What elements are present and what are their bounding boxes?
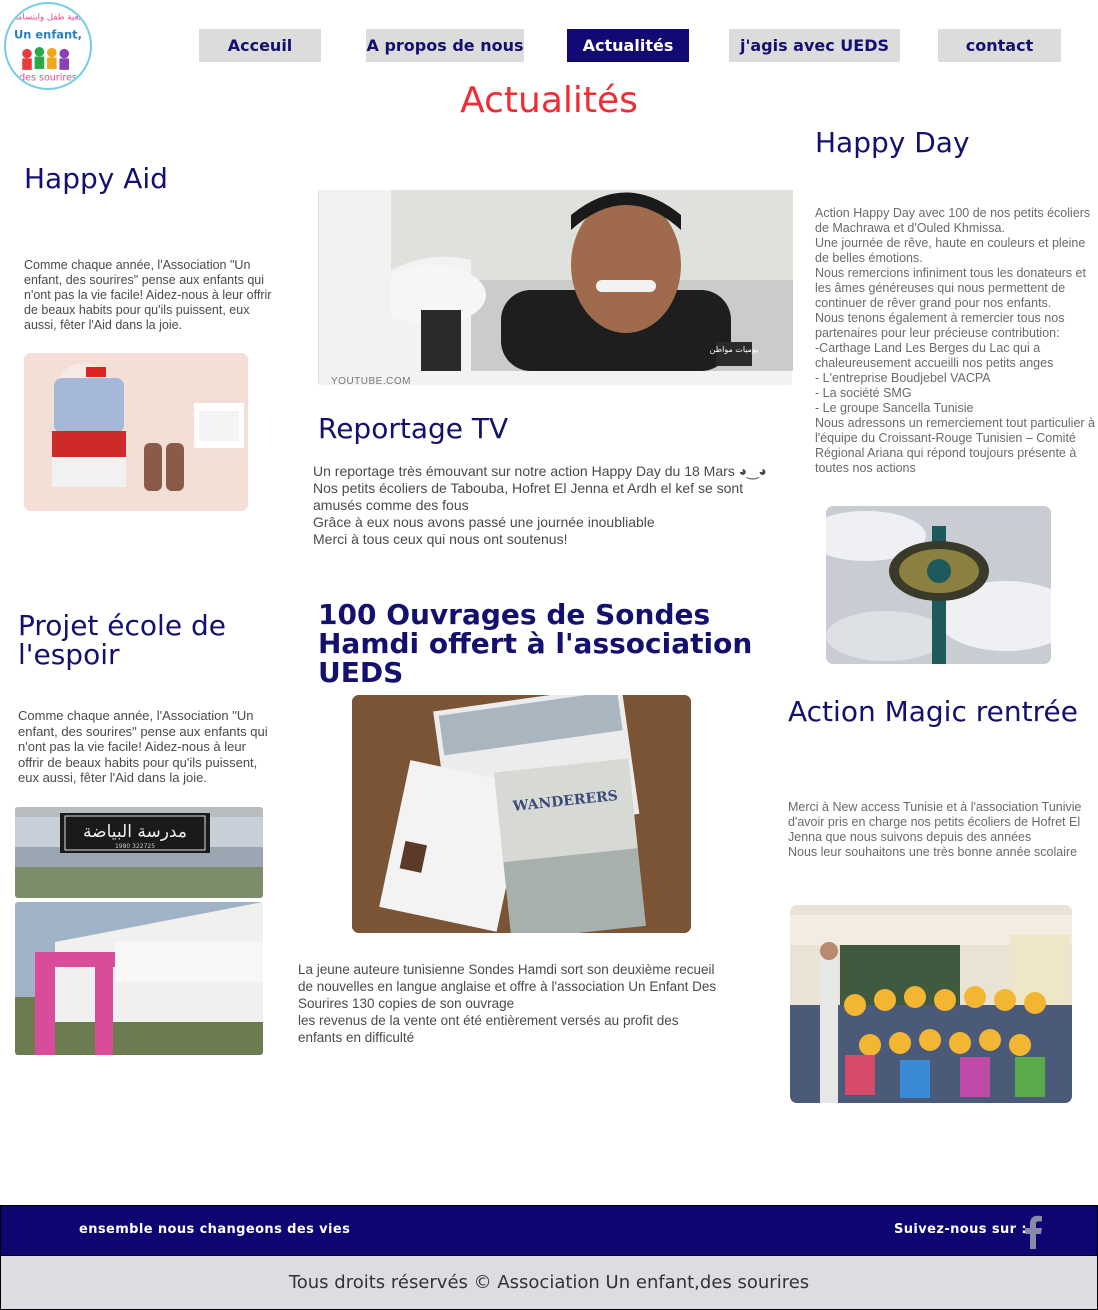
video-channel-badge: يوميات مواطن xyxy=(710,345,759,354)
footer-top-bar: ensemble nous changeons des vies Suivez-… xyxy=(0,1205,1098,1256)
video-source: YOUTUBE.COM xyxy=(331,376,411,387)
happy-day-line: - La société SMG xyxy=(815,386,912,400)
happy-day-line: Une journée de rêve, haute en couleurs e… xyxy=(815,236,1086,265)
happy-day-image[interactable] xyxy=(826,506,1051,664)
nav-contact[interactable]: contact xyxy=(938,29,1061,62)
ecole-sign-text: مدرسة البياضة xyxy=(83,822,187,842)
magic-rentree-line: Nous leur souhaitons une très bonne anné… xyxy=(788,845,1078,859)
projet-ecole-text: Comme chaque année, l'Association "Un en… xyxy=(18,708,268,785)
footer-copyright: Tous droits réservés © Association Un en… xyxy=(0,1256,1098,1310)
ouvrages-text: La jeune auteure tunisienne Sondes Hamdi… xyxy=(298,961,718,1046)
magic-rentree-text: Merci à New access Tunisie et à l'associ… xyxy=(788,800,1088,860)
ouvrages-title: 100 Ouvrages de Sondes Hamdi offert à l'… xyxy=(318,598,753,689)
footer-follow-label: Suivez-nous sur : xyxy=(894,1222,1027,1237)
nav-jagis-avec-ueds[interactable]: j'agis avec UEDS xyxy=(729,29,900,62)
footer-tagline: ensemble nous changeons des vies xyxy=(79,1222,351,1237)
reportage-title: Reportage TV xyxy=(318,412,509,445)
magic-rentree-image[interactable] xyxy=(790,905,1072,1103)
magic-rentree-title: Action Magic rentrée xyxy=(788,695,1078,728)
video-embed[interactable]: يوميات مواطن YOUTUBE.COM xyxy=(318,190,793,387)
ouvrages-line: les revenus de la vente ont été entièrem… xyxy=(298,1013,679,1045)
reportage-line: Nos petits écoliers de Tabouba, Hofret E… xyxy=(313,480,744,513)
reportage-line: Un reportage très émouvant sur notre act… xyxy=(313,463,767,479)
ecole-sign-image[interactable]: مدرسة البياضة 1980 322725 xyxy=(15,807,263,898)
ecole-building-image[interactable] xyxy=(15,902,263,1055)
magic-rentree-line: Merci à New access Tunisie et à l'associ… xyxy=(788,800,1082,844)
ouvrages-books-image[interactable]: WANDERERS xyxy=(352,695,691,933)
reportage-text: Un reportage très émouvant sur notre act… xyxy=(313,463,783,548)
happy-day-line: Nous tenons également à remercier tous n… xyxy=(815,311,1065,340)
happy-day-line: -Carthage Land Les Berges du Lac qui a c… xyxy=(815,341,1054,370)
happy-day-line: Action Happy Day avec 100 de nos petits … xyxy=(815,206,1091,235)
reportage-line: Merci à tous ceux qui nous ont soutenus! xyxy=(313,531,568,547)
happy-day-line: Nous adressons un remerciement tout part… xyxy=(815,416,1095,475)
happy-day-title: Happy Day xyxy=(815,126,970,159)
association-logo[interactable]: جمعية طفل وابتسامات Un enfant, des souri… xyxy=(4,2,92,90)
happy-day-text: Action Happy Day avec 100 de nos petits … xyxy=(815,206,1098,476)
ecole-sign-numbers: 1980 322725 xyxy=(115,843,155,850)
happy-aid-text: Comme chaque année, l'Association "Un en… xyxy=(24,258,272,332)
nav-a-propos[interactable]: A propos de nous xyxy=(366,29,524,62)
nav-acceuil[interactable]: Acceuil xyxy=(199,29,321,62)
happy-day-line: Nous remercions infiniment tous les dona… xyxy=(815,266,1086,310)
facebook-icon[interactable] xyxy=(1021,1215,1045,1249)
happy-day-line: - Le groupe Sancella Tunisie xyxy=(815,401,974,415)
ouvrages-line: La jeune auteure tunisienne Sondes Hamdi… xyxy=(298,962,717,1011)
reportage-line: Grâce à eux nous avons passé une journée… xyxy=(313,514,655,530)
page-title: Actualités xyxy=(460,80,638,121)
svg-text:Un enfant,: Un enfant, xyxy=(14,27,82,41)
projet-ecole-title: Projet école de l'espoir xyxy=(18,609,226,671)
happy-day-line: - L'entreprise Boudjebel VACPA xyxy=(815,371,991,385)
happy-aid-title: Happy Aid xyxy=(24,162,168,195)
video-frame[interactable]: يوميات مواطن xyxy=(391,190,793,371)
logo-arabic-text: جمعية طفل وابتسامات xyxy=(7,12,89,22)
happy-aid-image[interactable] xyxy=(24,353,248,511)
nav-actualites[interactable]: Actualités xyxy=(567,29,689,62)
